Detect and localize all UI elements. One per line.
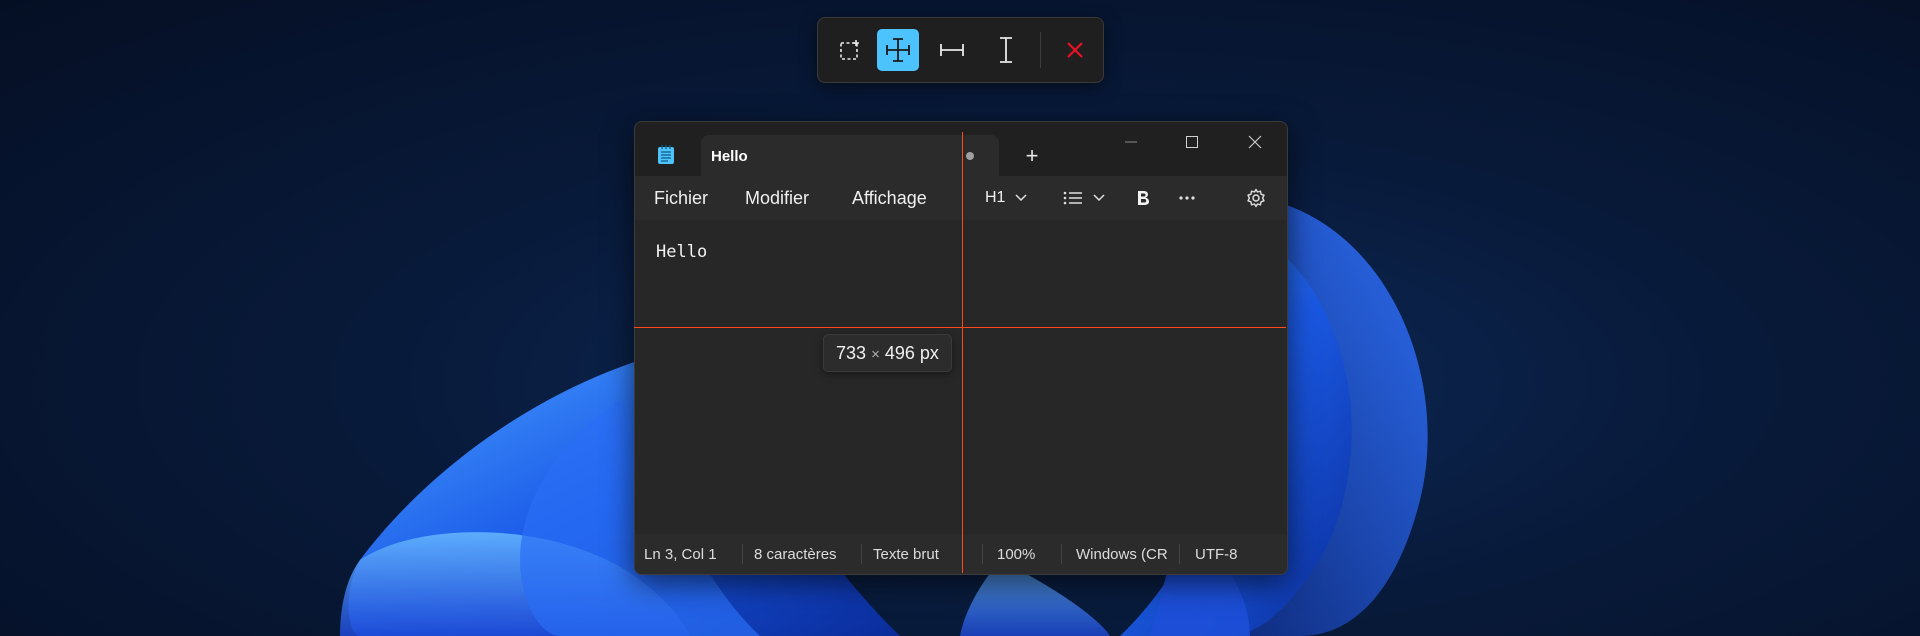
minimize-icon — [1125, 141, 1137, 143]
bulleted-list-icon — [1063, 191, 1082, 205]
text-editor[interactable]: Hello — [635, 220, 1287, 534]
heading-select[interactable]: H1 — [985, 186, 1027, 210]
close-measure-button[interactable] — [1054, 29, 1096, 71]
status-bar: Ln 3, Col 1 8 caractères Texte brut 100%… — [635, 534, 1287, 574]
dashed-select-icon — [840, 40, 859, 60]
vertical-measure-icon — [1000, 37, 1012, 63]
bold-button[interactable] — [1135, 186, 1151, 210]
menu-modifier[interactable]: Modifier — [745, 188, 809, 209]
measure-width: 733 — [836, 343, 867, 363]
tab-hello[interactable]: Hello — [701, 135, 999, 177]
menu-bar: Fichier Modifier Affichage H1 — [635, 176, 1287, 220]
new-tab-button[interactable]: + — [1020, 144, 1044, 168]
measure-toolbar — [817, 17, 1104, 83]
bounds-tool-button[interactable] — [829, 29, 871, 71]
unsaved-dot-icon[interactable] — [966, 152, 974, 160]
toolbar-separator — [1040, 32, 1041, 68]
chevron-down-icon — [1015, 194, 1027, 202]
gear-icon — [1247, 188, 1265, 208]
notepad-app-icon — [658, 145, 674, 164]
measure-unit: px — [919, 343, 939, 363]
vertical-measure-guide — [962, 132, 963, 573]
status-separator — [861, 544, 862, 564]
vertical-measure-button[interactable] — [985, 29, 1027, 71]
horizontal-measure-guide — [634, 327, 1286, 328]
more-options-button[interactable] — [1178, 186, 1196, 210]
editor-content: Hello — [656, 242, 708, 262]
close-window-button[interactable] — [1235, 128, 1275, 156]
close-icon — [1067, 42, 1083, 58]
zoom-level[interactable]: 100% — [997, 546, 1035, 563]
maximize-button[interactable] — [1172, 128, 1212, 156]
menu-fichier[interactable]: Fichier — [654, 188, 708, 209]
measure-times: × — [871, 346, 880, 363]
status-separator — [1179, 544, 1180, 564]
horizontal-measure-icon — [940, 44, 964, 56]
close-window-icon — [1248, 135, 1262, 149]
list-format-button[interactable] — [1063, 186, 1105, 210]
encoding[interactable]: UTF-8 — [1195, 546, 1238, 563]
tab-title: Hello — [711, 148, 748, 165]
horizontal-measure-button[interactable] — [931, 29, 973, 71]
maximize-icon — [1186, 136, 1198, 148]
status-separator — [1061, 544, 1062, 564]
settings-button[interactable] — [1246, 186, 1266, 210]
text-format[interactable]: Texte brut — [873, 546, 939, 563]
crosshair-icon — [886, 38, 910, 62]
cursor-position: Ln 3, Col 1 — [644, 546, 717, 563]
minimize-button[interactable] — [1111, 128, 1151, 156]
title-bar: Hello + — [635, 122, 1287, 177]
line-ending[interactable]: Windows (CR — [1076, 546, 1170, 563]
status-separator — [742, 544, 743, 564]
measurement-readout: 733 × 496 px — [823, 334, 952, 372]
menu-affichage[interactable]: Affichage — [852, 188, 927, 209]
heading-select-value: H1 — [985, 189, 1006, 206]
spacing-tool-button[interactable] — [877, 29, 919, 71]
notepad-window: Hello + Fichier Modifier Affichage H1 He… — [634, 121, 1288, 575]
more-icon — [1179, 196, 1195, 200]
status-separator — [982, 544, 983, 564]
bold-icon — [1138, 191, 1149, 205]
character-count: 8 caractères — [754, 546, 837, 563]
measure-height: 496 — [884, 343, 915, 363]
chevron-down-icon — [1093, 194, 1105, 202]
